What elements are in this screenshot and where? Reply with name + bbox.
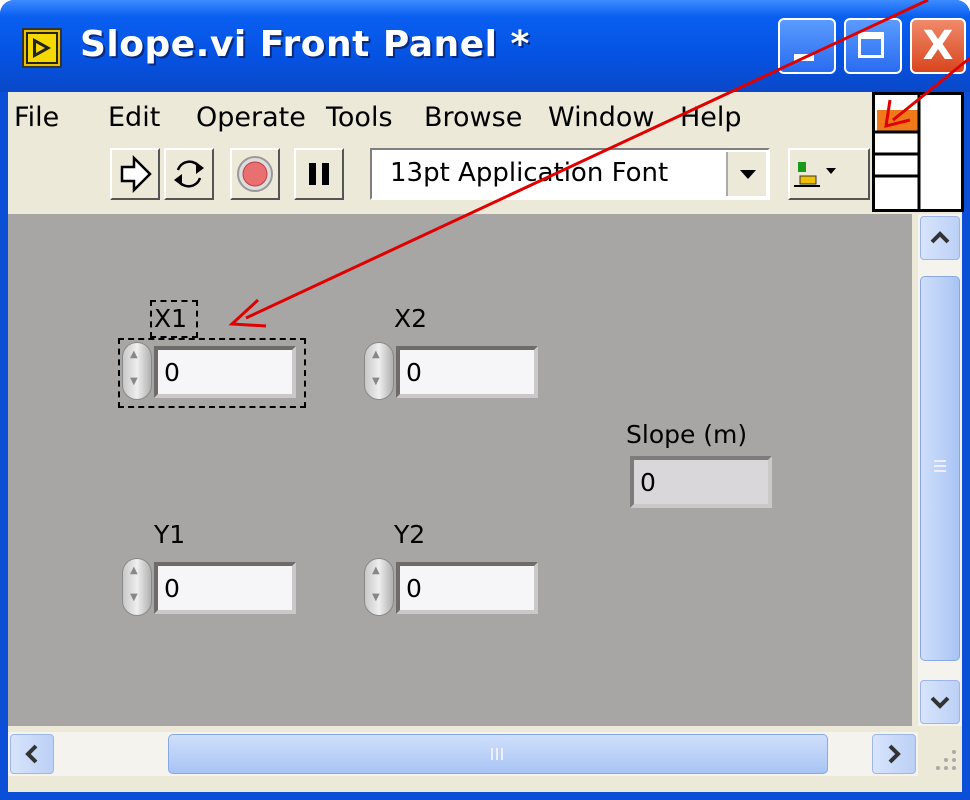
menu-help[interactable]: Help bbox=[680, 102, 742, 133]
y1-value: 0 bbox=[164, 574, 180, 603]
connector-pane[interactable] bbox=[872, 92, 964, 212]
slope-numeric-indicator: 0 bbox=[630, 456, 772, 508]
pause-icon bbox=[309, 163, 329, 185]
chevron-down-icon bbox=[930, 696, 950, 709]
scroll-left-button[interactable] bbox=[10, 734, 54, 774]
y1-increment-spinner[interactable] bbox=[122, 558, 152, 616]
vertical-scrollbar[interactable] bbox=[918, 214, 962, 726]
minimize-button[interactable] bbox=[778, 18, 836, 74]
x1-value: 0 bbox=[164, 358, 180, 387]
x1-numeric-control[interactable]: 0 bbox=[154, 346, 296, 398]
menu-browse[interactable]: Browse bbox=[424, 102, 522, 133]
maximize-button[interactable] bbox=[844, 18, 902, 74]
x2-increment-spinner[interactable] bbox=[364, 342, 394, 400]
vi-app-icon[interactable] bbox=[22, 28, 62, 68]
align-objects-button[interactable] bbox=[788, 148, 870, 200]
close-button[interactable]: X bbox=[910, 18, 966, 74]
client-area: File Edit Operate Tools Browse Window He… bbox=[8, 92, 964, 792]
x1-label: X1 bbox=[154, 304, 188, 333]
chevron-up-icon bbox=[930, 231, 950, 244]
scroll-right-button[interactable] bbox=[872, 734, 916, 774]
vertical-scroll-thumb[interactable] bbox=[920, 276, 960, 661]
y1-label: Y1 bbox=[154, 520, 186, 549]
chevron-left-icon bbox=[25, 744, 38, 764]
menu-tools[interactable]: Tools bbox=[326, 102, 393, 133]
close-icon: X bbox=[922, 23, 954, 69]
grip-icon bbox=[491, 748, 503, 760]
resize-grip-icon bbox=[936, 750, 956, 770]
menu-edit[interactable]: Edit bbox=[108, 102, 160, 133]
resize-grip[interactable] bbox=[918, 732, 962, 776]
run-arrow-icon bbox=[120, 154, 152, 194]
scroll-up-button[interactable] bbox=[920, 216, 960, 260]
pause-button[interactable] bbox=[294, 148, 344, 200]
x2-numeric-control[interactable]: 0 bbox=[396, 346, 538, 398]
abort-stop-icon bbox=[237, 156, 273, 192]
run-button[interactable] bbox=[110, 148, 160, 200]
grip-icon bbox=[934, 460, 946, 472]
chevron-right-icon bbox=[888, 744, 901, 764]
horizontal-scrollbar[interactable] bbox=[8, 732, 918, 776]
y2-numeric-control[interactable]: 0 bbox=[396, 562, 538, 614]
x1-increment-spinner[interactable] bbox=[122, 342, 152, 400]
menu-window[interactable]: Window bbox=[548, 102, 654, 133]
run-continuously-button[interactable] bbox=[164, 148, 214, 200]
abort-button[interactable] bbox=[230, 148, 280, 200]
chevron-down-icon[interactable] bbox=[726, 152, 766, 196]
menu-operate[interactable]: Operate bbox=[196, 102, 306, 133]
run-continuously-icon bbox=[174, 160, 204, 188]
y2-value: 0 bbox=[406, 574, 422, 603]
slope-label: Slope (m) bbox=[626, 420, 748, 449]
y2-increment-spinner[interactable] bbox=[364, 558, 394, 616]
scroll-down-button[interactable] bbox=[920, 680, 960, 724]
x2-value: 0 bbox=[406, 358, 422, 387]
y2-label: Y2 bbox=[394, 520, 426, 549]
font-label: 13pt Application Font bbox=[390, 158, 669, 188]
toolbar: 13pt Application Font bbox=[8, 142, 874, 210]
slope-value: 0 bbox=[640, 468, 656, 497]
horizontal-scroll-thumb[interactable] bbox=[168, 734, 828, 774]
title-bar[interactable]: Slope.vi Front Panel * X bbox=[0, 0, 970, 92]
menu-file[interactable]: File bbox=[14, 102, 59, 133]
font-ring[interactable]: 13pt Application Font bbox=[370, 148, 770, 200]
window-title: Slope.vi Front Panel * bbox=[80, 24, 530, 65]
window: Slope.vi Front Panel * X File Edit Opera… bbox=[0, 0, 970, 800]
front-panel[interactable]: X1 0 X2 0 Slope (m) 0 Y1 0 Y bbox=[8, 214, 912, 726]
menu-bar: File Edit Operate Tools Browse Window He… bbox=[8, 92, 868, 142]
x2-label: X2 bbox=[394, 304, 428, 333]
y1-numeric-control[interactable]: 0 bbox=[154, 562, 296, 614]
connector-pane-icon bbox=[875, 95, 961, 209]
align-objects-icon bbox=[794, 162, 836, 187]
